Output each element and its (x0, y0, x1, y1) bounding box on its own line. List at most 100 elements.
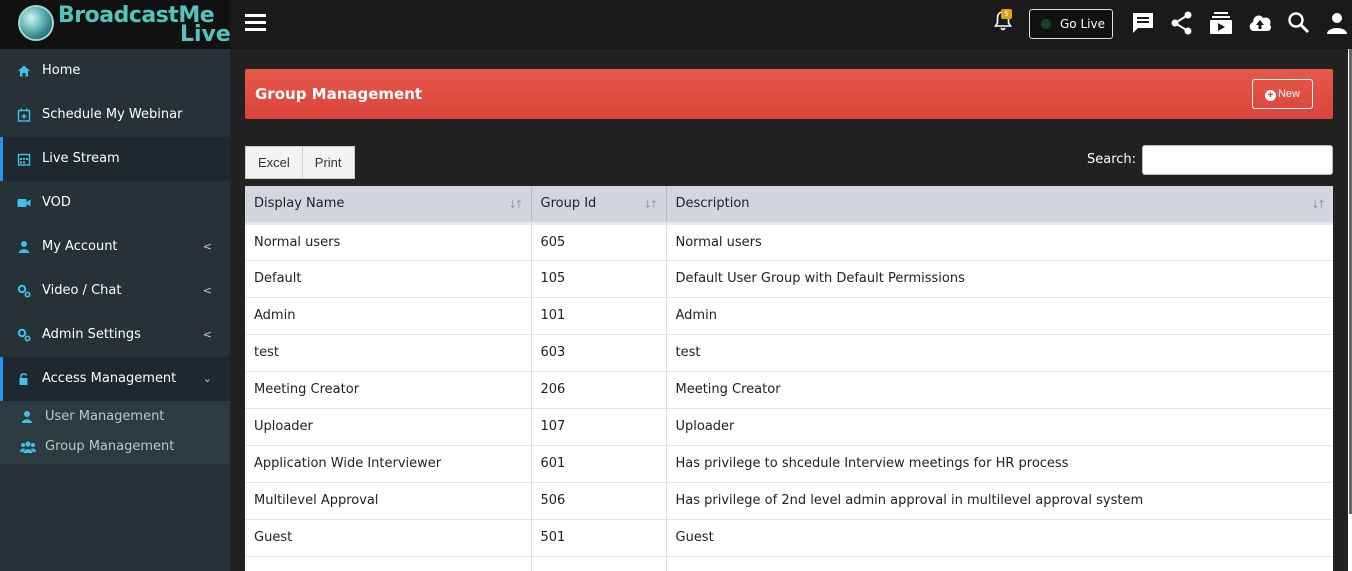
search-icon[interactable] (1286, 10, 1312, 36)
table-row[interactable]: Guest 501 Guest (245, 519, 1333, 557)
sidebar-subitem-user-management[interactable]: User Management (0, 402, 230, 432)
cell-display-name: Normal users (245, 223, 532, 261)
cell-group-id (531, 556, 667, 571)
cell-group-id: 105 (531, 260, 667, 298)
share-icon[interactable] (1169, 10, 1195, 36)
live-status-dot-icon (1041, 19, 1051, 29)
table-row[interactable]: Default 105 Default User Group with Defaul… (245, 260, 1333, 298)
cell-group-id: 605 (531, 223, 667, 261)
sidebar-item-access-management[interactable]: Access Management ⌄ (0, 357, 230, 401)
user-icon (22, 411, 32, 423)
go-live-button[interactable]: Go Live (1029, 9, 1113, 39)
cell-display-name: Multilevel Approval (245, 482, 532, 520)
table-row[interactable] (245, 556, 1333, 571)
export-buttons: Excel Print (245, 146, 355, 179)
cell-display-name: Meeting Creator (245, 371, 532, 409)
sidebar-item-schedule-webinar[interactable]: Schedule My Webinar (0, 93, 230, 137)
sidebar-item-label: Schedule My Webinar (42, 107, 183, 122)
table-row[interactable]: Uploader 107 Uploader (245, 408, 1333, 446)
users-icon (20, 441, 36, 453)
sidebar-item-label: Home (42, 63, 81, 78)
cell-description: Admin (666, 297, 1333, 335)
chevron-left-icon: < (202, 284, 212, 297)
cell-display-name: Guest (245, 519, 532, 557)
sidebar: Home Schedule My Webinar Live Stream VOD… (0, 49, 230, 571)
cell-description: Default User Group with Default Permissi… (666, 260, 1333, 298)
sidebar-item-live-stream[interactable]: Live Stream (0, 137, 230, 181)
table-row[interactable]: Normal users 605 Normal users (245, 223, 1333, 261)
cell-display-name: Default (245, 260, 532, 298)
new-group-button[interactable]: + New (1252, 79, 1313, 109)
cell-display-name: Admin (245, 297, 532, 335)
new-button-label: New (1277, 88, 1300, 100)
user-icon (19, 241, 29, 253)
print-button[interactable]: Print (302, 146, 355, 179)
sidebar-item-label: Live Stream (42, 151, 120, 166)
calendar-icon (17, 153, 31, 166)
gears-icon (17, 328, 31, 342)
page-title: Group Management (255, 85, 423, 103)
cell-group-id: 107 (531, 408, 667, 446)
globe-logo-icon (18, 5, 54, 41)
sort-icon: ↓↑ (643, 198, 659, 211)
table-row[interactable]: Application Wide Interviewer 601 Has privi… (245, 445, 1333, 483)
table-row[interactable]: Admin 101 Admin (245, 297, 1333, 335)
cell-description: Has privilege of 2nd level admin approva… (666, 482, 1333, 520)
sidebar-item-video-chat[interactable]: Video / Chat < (0, 269, 230, 313)
top-bar: BroadcastMe Live 5 Go Live (0, 0, 1352, 49)
calendar-plus-icon (17, 108, 31, 122)
sidebar-item-label: Access Management (42, 371, 177, 386)
upload-icon[interactable] (1247, 10, 1273, 36)
sidebar-item-label: Video / Chat (42, 283, 122, 298)
column-header-display-name[interactable]: Display Name ↓↑ (245, 186, 532, 225)
table-row[interactable]: Multilevel Approval 506 Has privilege of 2… (245, 482, 1333, 520)
menu-toggle-icon[interactable] (245, 14, 266, 32)
sidebar-item-home[interactable]: Home (0, 49, 230, 93)
column-header-description[interactable]: Description ↓↑ (666, 186, 1333, 225)
sidebar-subitem-group-management[interactable]: Group Management (0, 432, 230, 462)
sidebar-item-label: VOD (42, 195, 71, 210)
sidebar-item-label: My Account (42, 239, 118, 254)
cell-group-id: 101 (531, 297, 667, 335)
search-input[interactable] (1142, 145, 1333, 175)
chat-icon[interactable] (1130, 10, 1156, 36)
cell-display-name: test (245, 334, 532, 372)
chevron-left-icon: < (202, 328, 212, 341)
playlist-icon[interactable] (1208, 10, 1234, 36)
cell-description: Guest (666, 519, 1333, 557)
go-live-label: Go Live (1060, 17, 1105, 31)
sort-icon: ↓↑ (508, 198, 524, 211)
cell-description: test (666, 334, 1333, 372)
cell-display-name: Application Wide Interviewer (245, 445, 532, 483)
cell-description: Normal users (666, 223, 1333, 261)
cell-group-id: 206 (531, 371, 667, 409)
sidebar-item-vod[interactable]: VOD (0, 181, 230, 225)
cell-display-name: Uploader (245, 408, 532, 446)
sidebar-subitem-label: User Management (45, 409, 165, 424)
table-row[interactable]: Meeting Creator 206 Meeting Creator (245, 371, 1333, 409)
plus-circle-icon: + (1264, 90, 1276, 101)
column-header-group-id[interactable]: Group Id ↓↑ (531, 186, 667, 225)
notification-badge: 5 (1001, 9, 1012, 19)
main-content: Group Management + New Excel Print Search… (230, 49, 1348, 571)
cell-group-id: 506 (531, 482, 667, 520)
home-icon (18, 65, 30, 77)
cell-group-id: 603 (531, 334, 667, 372)
chevron-left-icon: < (202, 240, 212, 253)
sidebar-item-my-account[interactable]: My Account < (0, 225, 230, 269)
search-label: Search: (1087, 152, 1137, 167)
cell-description: Meeting Creator (666, 371, 1333, 409)
chevron-down-icon: ⌄ (202, 372, 212, 385)
cell-group-id: 501 (531, 519, 667, 557)
user-icon[interactable] (1324, 10, 1350, 36)
sidebar-item-admin-settings[interactable]: Admin Settings < (0, 313, 230, 357)
sidebar-item-label: Admin Settings (42, 327, 141, 342)
cell-description: Uploader (666, 408, 1333, 446)
video-camera-icon (17, 199, 31, 207)
access-management-submenu: User Management Group Management (0, 401, 230, 464)
cell-group-id: 601 (531, 445, 667, 483)
brand-logo[interactable]: BroadcastMe Live (0, 0, 231, 49)
excel-export-button[interactable]: Excel (245, 146, 303, 179)
table-row[interactable]: test 603 test (245, 334, 1333, 372)
brand-subname: Live (180, 22, 231, 47)
